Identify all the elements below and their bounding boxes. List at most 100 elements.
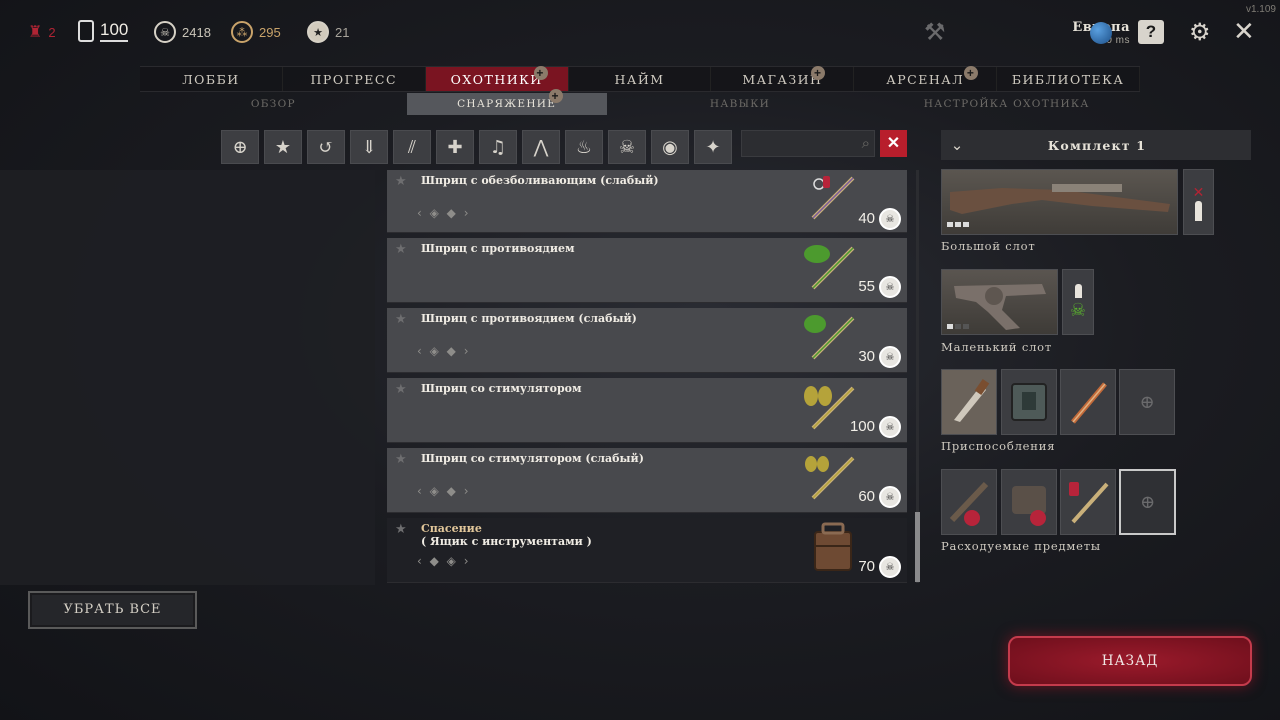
star-badge-icon: ★ <box>307 21 329 43</box>
variant-selector[interactable]: ‹ ◈ ◆ › <box>417 484 471 498</box>
tab-recruit[interactable]: НАЙМ <box>569 67 712 91</box>
bloodbond-icon <box>78 20 94 42</box>
hunt-dollar-icon: ☠ <box>879 556 901 578</box>
hunt-logo-icon: ⚒ <box>924 18 946 46</box>
tab-progress[interactable]: ПРОГРЕСС <box>283 67 426 91</box>
clear-filter-button[interactable]: ✕ <box>880 130 907 157</box>
consumable-slot[interactable] <box>941 469 997 535</box>
skull-icon[interactable]: ☠ <box>608 130 646 164</box>
grass-icon[interactable]: ⋀ <box>522 130 560 164</box>
subtab-traits[interactable]: НАВЫКИ <box>607 93 874 115</box>
drop-icon[interactable]: ⇓ <box>350 130 388 164</box>
consumable-slot[interactable] <box>1060 469 1116 535</box>
search-input[interactable] <box>742 131 852 156</box>
tool-slot[interactable] <box>1001 369 1057 435</box>
hook-icon[interactable]: ↺ <box>307 130 345 164</box>
list-item[interactable]: ★ Шприц с противоядием 55 ☠ <box>387 238 907 303</box>
variant-selector[interactable]: ‹ ◈ ◆ › <box>417 206 471 220</box>
syringe-icon <box>804 245 855 290</box>
close-icon: ✕ <box>1192 183 1205 200</box>
subtab-overview[interactable]: ОБЗОР <box>140 93 407 115</box>
globe-icon[interactable] <box>1090 22 1112 44</box>
item-price: 60 <box>858 488 875 505</box>
star-icon[interactable]: ★ <box>264 130 302 164</box>
event-points-value: 295 <box>259 24 281 40</box>
tab-store[interactable]: МАГАЗИН + <box>711 66 855 91</box>
tab-hunters[interactable]: ОХОТНИКИ + <box>425 66 569 91</box>
gear-icon[interactable]: ⚙ <box>1189 18 1211 46</box>
stars-value: 21 <box>335 24 350 40</box>
close-icon[interactable]: ✕ <box>1233 16 1255 47</box>
item-name: Шприц с противоядием (слабый) <box>421 312 637 325</box>
stars-counter: ★ 21 <box>307 21 349 43</box>
new-badge-icon: + <box>811 66 826 80</box>
hunt-dollars-counter: ☠ 2418 <box>154 21 211 43</box>
kit-title: Комплект 1 <box>1047 137 1147 153</box>
bell-icon[interactable]: ♫ <box>479 130 517 164</box>
favorite-star-icon[interactable]: ★ <box>395 242 407 257</box>
item-price: 40 <box>858 210 875 227</box>
list-item[interactable]: ★ Шприц с обезболивающим (слабый) ‹ ◈ ◆ … <box>387 170 907 233</box>
list-item[interactable]: ★ Шприц со стимулятором (слабый) ‹ ◈ ◆ ›… <box>387 448 907 513</box>
tool-slot[interactable] <box>1060 369 1116 435</box>
hunt-dollars-value: 2418 <box>182 24 211 40</box>
search-icon: ⌕ <box>861 134 870 152</box>
list-item[interactable]: ★ Спасение ( Ящик с инструментами ) ‹ ◆ … <box>387 518 907 583</box>
syringe-icon <box>1071 382 1107 424</box>
new-badge-icon: + <box>964 66 979 80</box>
large-slot-label: Большой слот <box>941 239 1036 253</box>
syringe-icon <box>811 176 855 220</box>
variant-selector[interactable]: ‹ ◆ ◈ › <box>417 554 471 568</box>
item-price: 30 <box>858 348 875 365</box>
subtab-equipment[interactable]: СНАРЯЖЕНИЕ + <box>406 89 607 115</box>
rank-value: 2 <box>48 24 56 40</box>
toolbox-icon <box>814 522 852 571</box>
revolver-icon <box>947 284 1046 330</box>
filter-bar: ⊕ ★ ↺ ⇓ ⫽ ✚ ♫ ⋀ ♨ ☠ ◉ ✦ <box>221 130 732 164</box>
favorite-star-icon[interactable]: ★ <box>395 522 407 537</box>
empty-tool-slot[interactable]: ⊕ <box>1119 369 1175 435</box>
hunt-dollar-icon: ☠ <box>154 21 176 43</box>
tab-library[interactable]: БИБЛИОТЕКА <box>997 67 1141 91</box>
rifle-icon <box>947 184 1170 227</box>
tool-slot[interactable] <box>941 369 997 435</box>
loadout-kit-selector[interactable]: ⌄ Комплект 1 <box>941 130 1251 160</box>
variant-selector[interactable]: ‹ ◈ ◆ › <box>417 344 471 358</box>
medkit-icon[interactable]: ✚ <box>436 130 474 164</box>
favorite-star-icon[interactable]: ★ <box>395 452 407 467</box>
large-weapon-slot[interactable] <box>941 169 1178 235</box>
remove-all-button[interactable]: УБРАТЬ ВСЕ <box>28 591 197 629</box>
lamp-icon[interactable]: ✦ <box>694 130 732 164</box>
favorite-star-icon[interactable]: ★ <box>395 174 407 189</box>
plus-icon[interactable]: ⊕ <box>221 130 259 164</box>
favorite-star-icon[interactable]: ★ <box>395 382 407 397</box>
eye-icon[interactable]: ◉ <box>651 130 689 164</box>
poison-skull-icon: ☠ <box>1069 299 1087 321</box>
fire-icon[interactable]: ♨ <box>565 130 603 164</box>
first-aid-kit-icon <box>1011 383 1047 421</box>
hunt-dollar-icon: ☠ <box>879 208 901 230</box>
add-icon: ⊕ <box>1139 391 1155 413</box>
consumable-slot[interactable] <box>1001 469 1057 535</box>
favorite-star-icon[interactable]: ★ <box>395 312 407 327</box>
tab-lobby[interactable]: ЛОББИ <box>140 67 283 91</box>
rank-indicator: ♜ 2 <box>28 22 56 42</box>
list-item[interactable]: ★ Шприц с противоядием (слабый) ‹ ◈ ◆ › … <box>387 308 907 373</box>
small-ammo-slot[interactable]: ☠ <box>1062 269 1094 335</box>
event-points-icon: ⁂ <box>231 21 253 43</box>
chevron-down-icon: ⌄ <box>950 136 964 154</box>
small-weapon-slot[interactable] <box>941 269 1058 335</box>
list-item[interactable]: ★ Шприц со стимулятором 100 ☠ <box>387 378 907 443</box>
claw-icon[interactable]: ⫽ <box>393 130 431 164</box>
empty-consumable-slot[interactable]: ⊕ <box>1119 469 1176 535</box>
large-ammo-slot[interactable]: ✕ <box>1183 169 1214 235</box>
list-scroll-thumb[interactable] <box>915 512 920 582</box>
search-box: ⌕ <box>741 130 875 157</box>
help-icon[interactable]: ? <box>1138 20 1164 44</box>
item-price: 70 <box>858 558 875 575</box>
item-price: 55 <box>858 278 875 295</box>
subtab-hunter-customization[interactable]: НАСТРОЙКА ОХОТНИКА <box>873 93 1140 115</box>
main-tabs: ЛОББИ ПРОГРЕСС ОХОТНИКИ + НАЙМ МАГАЗИН + А… <box>140 66 1141 92</box>
back-button[interactable]: НАЗАД <box>1008 636 1252 686</box>
tab-arsenal[interactable]: АРСЕНАЛ + <box>854 66 998 91</box>
